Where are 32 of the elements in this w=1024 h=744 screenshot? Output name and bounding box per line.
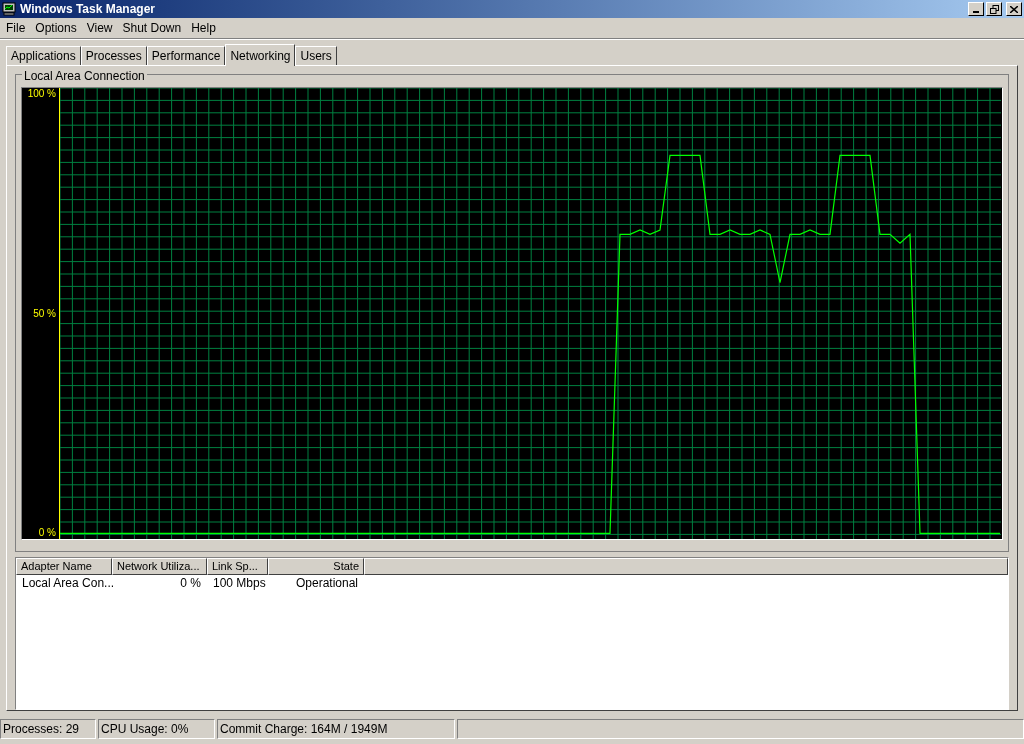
column-header[interactable]: Link Sp... (207, 557, 268, 575)
tab[interactable]: Networking (225, 44, 296, 66)
column-header[interactable]: State (268, 557, 364, 575)
restore-icon (989, 4, 999, 14)
status-pane: Commit Charge: 164M / 1949M (217, 719, 455, 739)
close-button[interactable] (1006, 2, 1022, 16)
menu-item[interactable]: Shut Down (117, 17, 187, 39)
close-icon (1010, 5, 1018, 13)
table-cell-text: 100 Mbps (212, 574, 267, 592)
tab[interactable]: Performance (146, 46, 226, 65)
restore-button[interactable] (986, 2, 1002, 16)
menu-item[interactable]: Options (30, 17, 82, 39)
minimize-icon (973, 11, 979, 13)
menu-item[interactable]: View (81, 17, 118, 39)
menu-item[interactable]: Help (186, 17, 221, 39)
monitor-icon (2, 2, 16, 16)
minimize-button[interactable] (968, 2, 984, 16)
axis-label: 0 % (38, 528, 56, 539)
window-title: Windows Task Manager (20, 1, 156, 18)
status-pane: Processes: 29 (0, 719, 96, 739)
axis-label: 50 % (33, 308, 56, 319)
menu-item[interactable]: File (1, 17, 31, 39)
status-pane: CPU Usage: 0% (98, 719, 215, 739)
table-cell-text: 0 % (179, 574, 202, 592)
tab[interactable]: Users (295, 46, 337, 65)
axis-label: 100 % (27, 88, 56, 99)
table-cell-text: Local Area Con... (21, 574, 112, 592)
tab[interactable]: Processes (80, 46, 147, 65)
column-header[interactable]: Network Utiliza... (112, 557, 207, 575)
table-cell-text: Operational (294, 574, 359, 592)
column-header[interactable]: Adapter Name (16, 557, 112, 575)
tab[interactable]: Applications (6, 46, 81, 65)
